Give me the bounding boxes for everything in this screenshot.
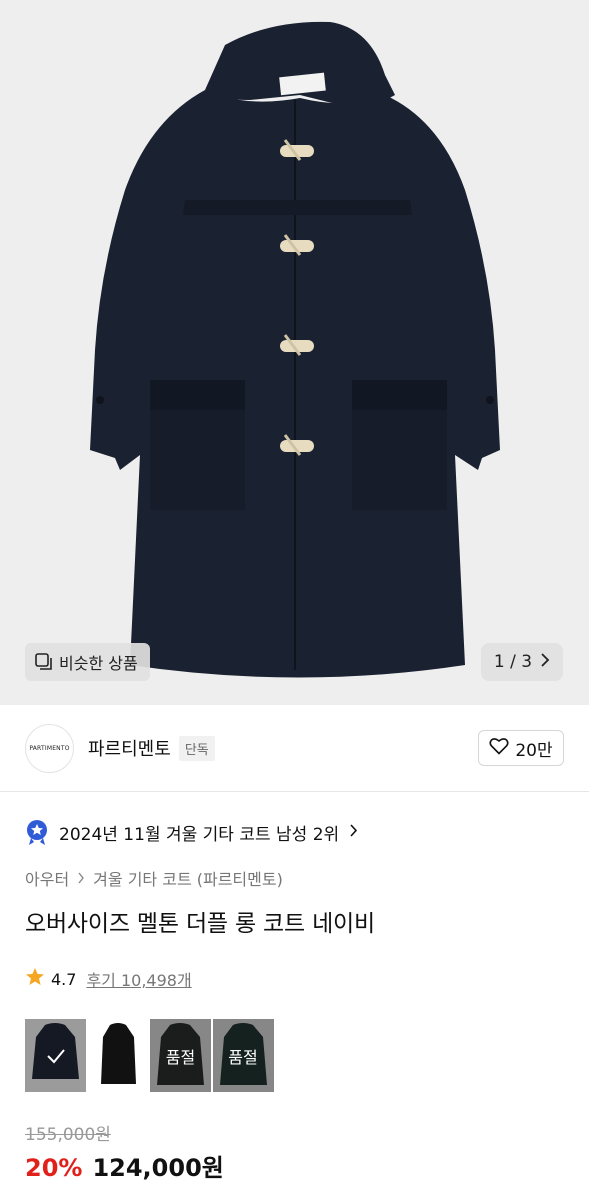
breadcrumb-item-category[interactable]: 겨울 기타 코트 (파르티멘토) (93, 866, 283, 890)
swatch-charcoal-soldout[interactable]: 품절 (150, 1019, 211, 1092)
breadcrumb-item-outer[interactable]: 아우터 (25, 866, 69, 890)
like-count: 20만 (515, 740, 553, 761)
rating: 4.7 후기 10,498개 (25, 967, 192, 991)
swatch-coat-image (100, 1023, 136, 1084)
brand-row: PARTIMENTO 파르티멘토 단독 20만 (0, 705, 589, 792)
soldout-label: 품절 (165, 1047, 196, 1067)
coat-illustration (90, 21, 500, 678)
ranking-link[interactable]: 2024년 11월 겨울 기타 코트 남성 2위 (25, 815, 358, 849)
soldout-label: 품절 (228, 1047, 258, 1067)
similar-products-label: 비슷한 상품 (59, 654, 138, 673)
exclusive-tag: 단독 (178, 735, 215, 761)
final-price: 124,000원 (92, 1154, 224, 1182)
image-pager[interactable]: 1 / 3 (481, 643, 563, 681)
swatch-green-soldout[interactable]: 품절 (212, 1019, 274, 1092)
swatch-black[interactable] (87, 1019, 149, 1092)
chevron-right-icon (77, 869, 85, 888)
color-swatches: 품절 품절 (25, 1019, 275, 1092)
chevron-right-icon (349, 822, 358, 842)
similar-icon (35, 653, 53, 671)
star-icon (25, 967, 45, 991)
rating-value: 4.7 (51, 969, 77, 989)
original-price: 155,000원 (25, 1125, 111, 1145)
similar-products-button[interactable]: 비슷한 상품 (25, 643, 150, 681)
heart-icon (489, 737, 509, 760)
reviews-link[interactable]: 후기 10,498개 (86, 967, 191, 991)
brand-name[interactable]: 파르티멘토 (88, 735, 171, 761)
breadcrumb: 아우터 겨울 기타 코트 (파르티멘토) (25, 866, 283, 890)
pager-text: 1 / 3 (493, 652, 533, 672)
price-row: 20% 124,000원 (25, 1148, 224, 1183)
chevron-right-icon (540, 652, 550, 672)
product-image[interactable]: 비슷한 상품 1 / 3 (0, 0, 589, 705)
like-button[interactable]: 20만 (478, 730, 564, 766)
brand-logo[interactable]: PARTIMENTO (25, 723, 74, 773)
rank-badge-icon (25, 819, 49, 846)
discount-rate: 20% (25, 1154, 83, 1182)
swatch-navy[interactable] (25, 1019, 86, 1092)
product-title: 오버사이즈 멜톤 더플 롱 코트 네이비 (25, 911, 375, 937)
ranking-text: 2024년 11월 겨울 기타 코트 남성 2위 (59, 824, 340, 845)
check-icon (46, 1048, 65, 1063)
